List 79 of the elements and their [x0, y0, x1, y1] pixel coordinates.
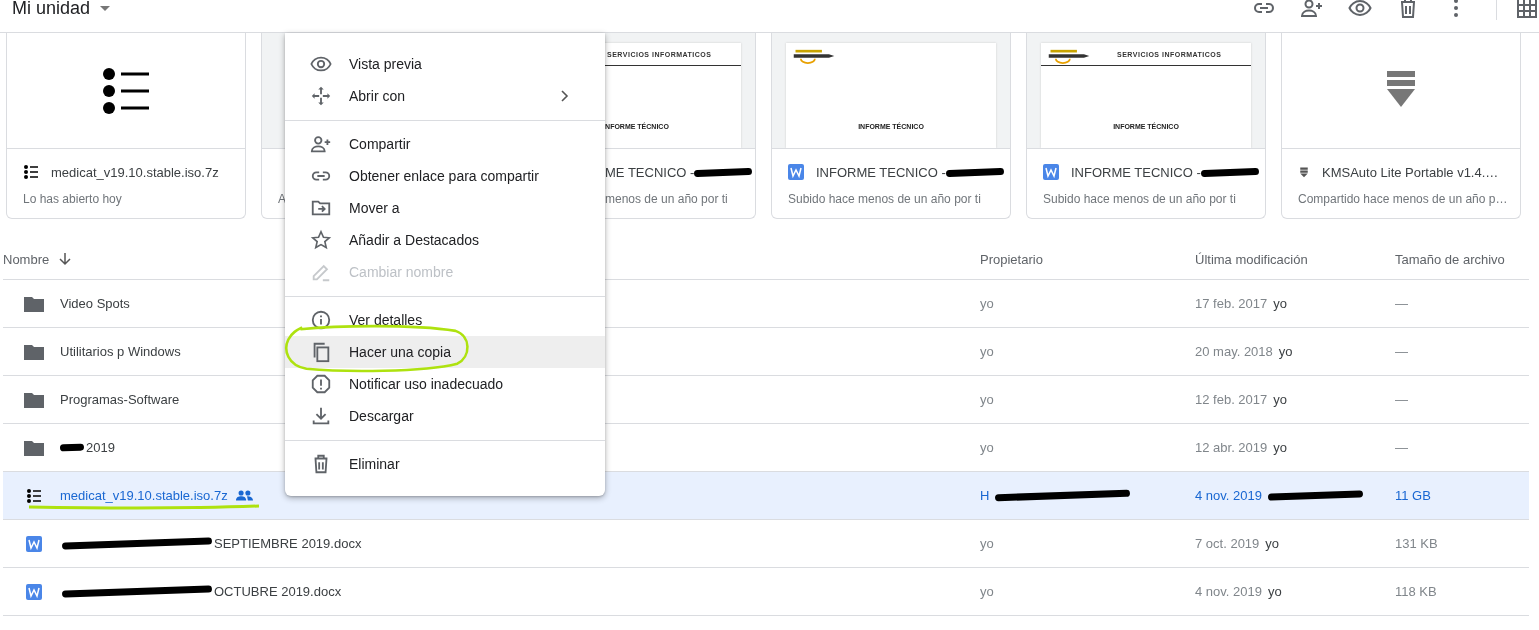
file-size: —: [1395, 392, 1408, 407]
add-person-icon[interactable]: [1300, 0, 1324, 20]
modified-date: 7 oct. 2019: [1195, 536, 1260, 551]
file-name: medicat_v19.10.stable.iso.7z: [51, 164, 219, 180]
owner: yo: [980, 536, 994, 551]
modified-by: yo: [1273, 392, 1288, 407]
owner: H: [980, 488, 990, 503]
file-name[interactable]: Video Spots: [60, 296, 130, 311]
file-activity: Subido hace menos de un año por ti: [1043, 192, 1237, 206]
file-name: INFORME TECNICO -: [816, 164, 946, 180]
warning-icon: [310, 373, 332, 395]
file-activity: Lo has abierto hoy: [23, 192, 123, 206]
file-name[interactable]: 2019: [86, 440, 115, 455]
list-icon: [101, 65, 151, 116]
download-icon: [310, 405, 332, 427]
file-activity: Subido hace menos de un año por ti: [788, 192, 982, 206]
word-document-icon: [1043, 164, 1059, 180]
drive-title[interactable]: Mi unidad: [12, 0, 91, 19]
file-size: —: [1395, 344, 1408, 359]
menu-item[interactable]: Hacer una copia: [285, 336, 605, 368]
archive-icon: [1298, 166, 1310, 178]
modified-by: yo: [1273, 296, 1288, 311]
owner: yo: [980, 392, 994, 407]
owner: yo: [980, 296, 994, 311]
list-icon: [24, 487, 44, 504]
file-name[interactable]: OCTUBRE 2019.docx: [214, 584, 342, 599]
folder-icon: [24, 295, 44, 312]
file-card[interactable]: KMSAuto Lite Portable v1.4.… Compartido hace menos de un año p…: [1281, 33, 1521, 219]
file-name[interactable]: Programas-Software: [60, 392, 180, 407]
owner: yo: [980, 344, 994, 359]
logo-icon: [792, 47, 836, 65]
modified-date: 4 nov. 2019: [1195, 584, 1262, 599]
owner: yo: [980, 584, 994, 599]
modified-date: 12 abr. 2019: [1195, 440, 1268, 455]
modified-date: 20 may. 2018: [1195, 344, 1273, 359]
modified-by: yo: [1265, 536, 1280, 551]
word-document-icon: [26, 535, 42, 552]
file-name: KMSAuto Lite Portable v1.4.…: [1322, 164, 1499, 180]
file-activity: A: [278, 192, 287, 206]
file-name: ME TECNICO -: [605, 164, 695, 180]
word-document-icon: [788, 164, 804, 180]
grid-view-icon[interactable]: [1515, 0, 1539, 20]
star-icon: [310, 229, 332, 251]
owner: yo: [980, 440, 994, 455]
modified-date: 12 feb. 2017: [1195, 392, 1268, 407]
file-card[interactable]: medicat_v19.10.stable.iso.7z Lo has abierto hoy: [6, 33, 246, 219]
file-row[interactable]: SEPTIEMBRE 2019.docx yo 7 oct. 2019 yo 131 KB: [3, 520, 1529, 568]
file-row[interactable]: OCTUBRE 2019.docx yo 4 nov. 2019 yo 118 KB: [3, 568, 1529, 616]
column-header[interactable]: Propietario: [980, 251, 1043, 267]
list-icon: [23, 164, 39, 180]
file-size: —: [1395, 296, 1408, 311]
menu-item[interactable]: Añadir a Destacados: [285, 224, 605, 256]
column-header[interactable]: Tamaño de archivo: [1395, 251, 1505, 267]
file-size: 11 GB: [1395, 488, 1431, 503]
word-document-icon: [26, 583, 42, 600]
dropdown-caret-icon[interactable]: [100, 5, 111, 11]
sort-arrow-icon[interactable]: [57, 251, 74, 267]
file-name: INFORME TECNICO -: [1071, 164, 1201, 180]
file-size: 131 KB: [1395, 536, 1438, 551]
file-activity: Compartido hace menos de un año p…: [1298, 192, 1504, 206]
add-person-icon: [310, 133, 332, 155]
file-name[interactable]: Utilitarios p Windows: [60, 344, 181, 359]
move-arrows-icon: [310, 85, 332, 107]
column-header[interactable]: Última modificación: [1195, 251, 1308, 267]
folder-icon: [24, 391, 44, 408]
logo-icon: [1047, 47, 1091, 65]
column-header[interactable]: Nombre: [3, 251, 50, 267]
modified-date: 17 feb. 2017: [1195, 296, 1268, 311]
file-size: —: [1395, 440, 1408, 455]
file-name[interactable]: medicat_v19.10.stable.iso.7z: [60, 488, 228, 503]
file-activity: menos de un año por ti: [605, 192, 729, 206]
file-name[interactable]: SEPTIEMBRE 2019.docx: [214, 536, 362, 551]
modified-by: yo: [1268, 584, 1282, 599]
modified-date: 4 nov. 2019: [1195, 488, 1262, 503]
folder-icon: [24, 343, 44, 360]
folder-icon: [24, 439, 44, 456]
file-size: 118 KB: [1395, 584, 1437, 599]
modified-by: yo: [1278, 344, 1293, 359]
modified-by: yo: [1273, 440, 1288, 455]
